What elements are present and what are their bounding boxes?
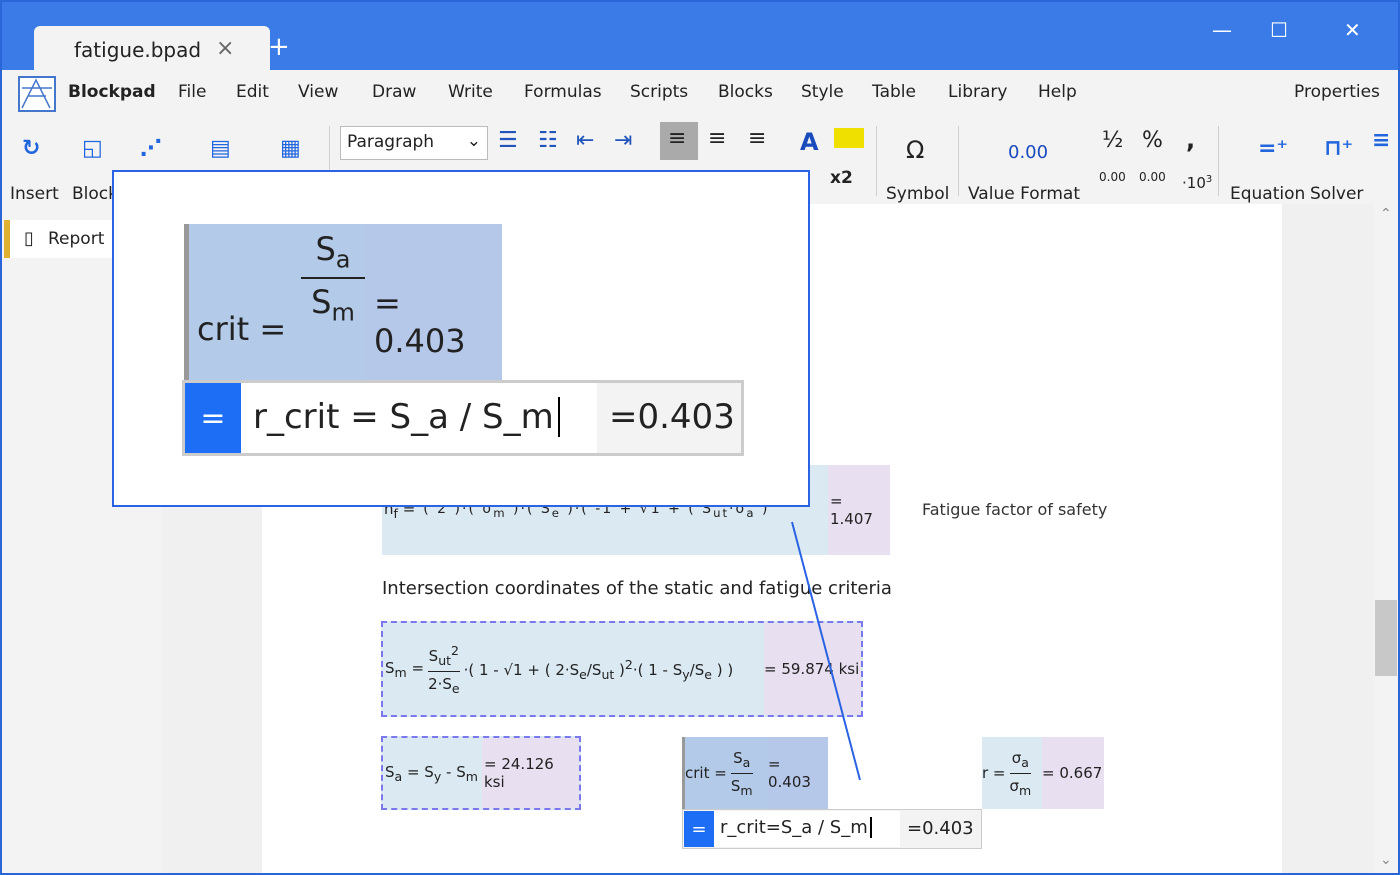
numbered-list-icon[interactable]: ☷ <box>538 128 558 153</box>
superscript-button[interactable]: x2 <box>830 168 853 188</box>
sm-symbol: Sm = <box>385 658 425 680</box>
align-left-icon: ≡ <box>668 126 687 151</box>
rcrit-fraction: Sa Sm <box>730 748 753 798</box>
align-right-icon[interactable]: ≡ <box>748 126 766 151</box>
align-center-icon[interactable]: ≡ <box>708 126 726 151</box>
symbol-button[interactable]: Symbol <box>886 184 949 204</box>
menu-view[interactable]: View <box>298 82 338 102</box>
nf-label: Fatigue factor of safety <box>922 500 1108 519</box>
increase-decimals-icon[interactable]: 0.00 <box>1099 170 1126 184</box>
menu-bar: Blockpad File Edit View Draw Write Formu… <box>2 70 1398 118</box>
sidebar-item-report[interactable]: ▯ Report <box>4 220 114 258</box>
scroll-up-icon[interactable]: ⌃ <box>1380 206 1392 222</box>
menu-table[interactable]: Table <box>872 82 916 102</box>
thousands-separator-icon[interactable]: , <box>1186 126 1195 154</box>
value-format-button[interactable]: Value Format <box>968 184 1080 204</box>
scientific-notation-icon[interactable]: ·103 <box>1182 174 1212 192</box>
bullet-list-icon[interactable]: ☰ <box>498 128 518 153</box>
solver-button[interactable]: Solver <box>1310 184 1363 204</box>
scroll-down-icon[interactable]: ⌄ <box>1380 852 1392 868</box>
menu-edit[interactable]: Edit <box>236 82 269 102</box>
zoom-formula-text: r_crit = S_a / S_m <box>253 397 554 437</box>
equation-icon[interactable]: =⁺ <box>1258 136 1288 161</box>
vertical-scrollbar[interactable] <box>1374 204 1398 873</box>
zoom-formula-input: r_crit = S_a / S_m <box>241 383 597 453</box>
zoom-text-cursor <box>557 397 560 437</box>
indent-icon[interactable]: ⇥ <box>614 128 632 153</box>
zoom-formula-result: =0.403 <box>609 397 735 437</box>
app-window: fatigue.bpad × + — ☐ ✕ Blockpad File Edi… <box>0 0 1400 875</box>
zoom-formula-editor: = r_crit = S_a / S_m =0.403 <box>182 380 744 456</box>
equation-button[interactable]: Equation <box>1230 184 1305 204</box>
outdent-icon[interactable]: ⇤ <box>576 128 594 153</box>
sheet-icon[interactable]: ▤ <box>210 136 231 161</box>
zoom-rcrit-symbol: crit = <box>197 310 287 348</box>
menu-style[interactable]: Style <box>801 82 844 102</box>
align-left-button[interactable]: ≡ <box>660 122 698 160</box>
maximize-icon[interactable]: ☐ <box>1270 18 1288 42</box>
sa-expression: Sa = Sy - Sm <box>385 762 478 784</box>
separator <box>876 126 877 196</box>
highlight-icon[interactable] <box>834 128 864 148</box>
formula-editor[interactable]: = r_crit=S_a / S_m =0.403 <box>682 809 982 849</box>
font-color-icon[interactable]: A <box>800 128 819 156</box>
zoom-equation-mode-button: = <box>185 383 241 453</box>
new-tab-icon[interactable]: + <box>268 34 290 60</box>
menu-write[interactable]: Write <box>448 82 493 102</box>
minimize-icon[interactable]: — <box>1212 18 1232 42</box>
separator <box>958 126 959 196</box>
formula-result: =0.403 <box>907 818 974 839</box>
decrease-decimals-icon[interactable]: 0.00 <box>1139 170 1166 184</box>
app-name: Blockpad <box>68 82 156 102</box>
menu-blocks[interactable]: Blocks <box>718 82 773 102</box>
insert-icon[interactable]: ↻ <box>22 136 40 161</box>
paragraph-style-value: Paragraph <box>347 132 435 152</box>
omega-icon[interactable]: Ω <box>906 136 924 164</box>
formula-input-text: r_crit=S_a / S_m <box>720 817 868 838</box>
sidebar-item-label: Report <box>48 229 105 249</box>
scrollbar-thumb[interactable] <box>1375 600 1397 676</box>
chevron-down-icon: ⌄ <box>466 131 481 151</box>
close-window-icon[interactable]: ✕ <box>1344 18 1361 42</box>
rcrit-symbol: crit = <box>685 764 727 782</box>
sa-result: = 24.126 ksi <box>482 738 579 808</box>
paragraph-style-select[interactable]: Paragraph ⌄ <box>340 126 488 160</box>
insert-button[interactable]: Insert <box>10 184 59 204</box>
menu-draw[interactable]: Draw <box>372 82 416 102</box>
document-tab[interactable]: fatigue.bpad × <box>34 26 270 72</box>
menu-help[interactable]: Help <box>1038 82 1077 102</box>
text-cursor <box>869 817 872 838</box>
more-icon[interactable]: ≡ <box>1372 128 1390 153</box>
formula-input[interactable]: r_crit=S_a / S_m <box>714 811 900 847</box>
zoom-callout: crit = Sa Sm = 0.403 = r_crit = S_a / S_… <box>112 170 810 507</box>
r-symbol: r = <box>982 764 1006 782</box>
zoom-rcrit-fraction: Sa Sm <box>301 230 365 327</box>
callout-line <box>791 521 861 781</box>
r-result: = 0.667 <box>1042 737 1104 809</box>
r-fraction: σa σm <box>1009 748 1032 798</box>
title-bar: fatigue.bpad × + — ☐ ✕ <box>2 2 1398 72</box>
sm-fraction: Sut2 2·Se <box>428 642 460 696</box>
block-icon[interactable]: ◱ <box>82 136 103 161</box>
equation-mode-button[interactable]: = <box>684 811 714 847</box>
blockpad-logo-icon <box>18 76 56 112</box>
fraction-icon[interactable]: ½ <box>1102 128 1123 153</box>
menu-file[interactable]: File <box>178 82 206 102</box>
scientific-notation-label: 10 <box>1186 174 1206 192</box>
zoom-rcrit-result: = 0.403 <box>366 224 502 380</box>
value-format-icon[interactable]: 0.00 <box>1008 142 1048 163</box>
tab-close-icon[interactable]: × <box>216 36 234 61</box>
chart-icon[interactable]: ⋰ <box>140 136 162 161</box>
menu-library[interactable]: Library <box>948 82 1007 102</box>
menu-scripts[interactable]: Scripts <box>630 82 688 102</box>
table-icon[interactable]: ▦ <box>280 136 301 161</box>
solver-icon[interactable]: ⊓⁺ <box>1324 136 1353 161</box>
sm-expression: ·( 1 - √1 + ( 2·Se/Sut )2·( 1 - Sy/Se ) … <box>463 656 734 682</box>
properties-button[interactable]: Properties <box>1294 82 1380 102</box>
separator <box>1218 126 1219 196</box>
menu-formulas[interactable]: Formulas <box>524 82 602 102</box>
tab-title: fatigue.bpad <box>74 38 202 62</box>
percent-icon[interactable]: % <box>1142 128 1163 153</box>
document-icon: ▯ <box>24 228 34 249</box>
